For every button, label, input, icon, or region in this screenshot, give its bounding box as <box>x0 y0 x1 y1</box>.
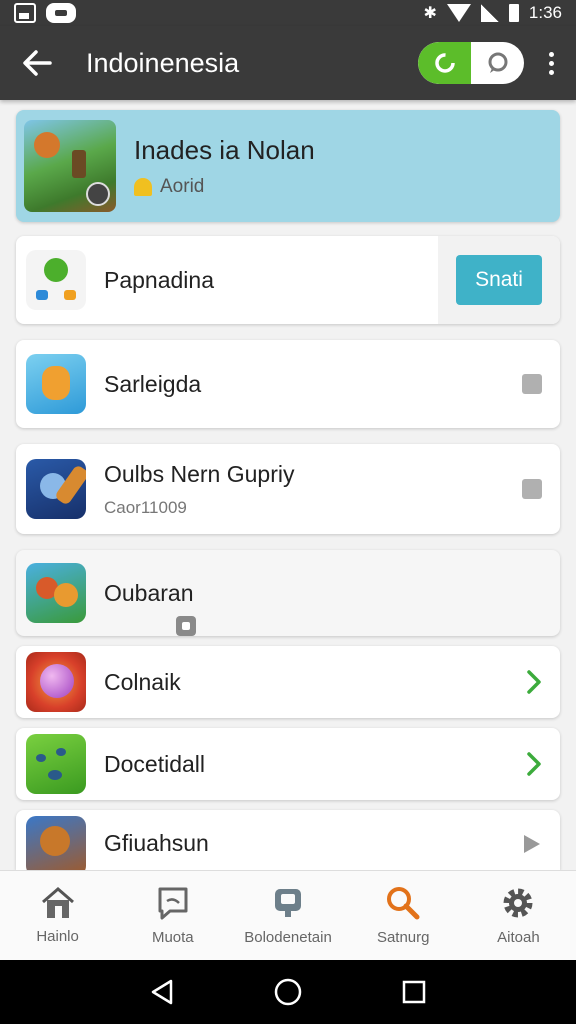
featured-title: Inades ia Nolan <box>134 134 315 165</box>
arrow-left-icon <box>23 50 52 76</box>
toggle-on-segment[interactable] <box>418 42 471 84</box>
item-title: Sarleigda <box>104 370 202 397</box>
wifi-icon <box>446 4 471 22</box>
bell-icon <box>134 177 152 196</box>
list-item[interactable]: Oubaran <box>16 550 560 636</box>
item-title: Oubaran <box>104 579 194 606</box>
dot <box>548 69 554 75</box>
robot-icon <box>275 889 301 917</box>
back-button[interactable] <box>20 46 54 80</box>
square-indicator-icon <box>522 479 542 499</box>
item-title: Colnaik <box>104 668 181 695</box>
game-icon <box>26 250 86 310</box>
message-icon <box>158 887 188 920</box>
system-recents-button[interactable] <box>401 979 427 1005</box>
item-title: Docetidall <box>104 750 205 777</box>
gallery-notification-icon <box>14 3 36 23</box>
item-subtitle: Caor11009 <box>104 497 187 517</box>
action-area: Snati <box>438 236 560 324</box>
nav-bot[interactable]: Bolodenetain <box>230 871 345 960</box>
game-icon <box>26 816 86 876</box>
bluetooth-icon: ✱ <box>423 5 437 22</box>
cell-signal-icon <box>480 4 499 22</box>
item-title: Papnadina <box>104 266 214 293</box>
nav-label: Muota <box>151 929 194 946</box>
more-options-button[interactable] <box>546 51 556 75</box>
search-icon <box>387 887 420 920</box>
nav-search[interactable]: Satnurg <box>346 871 461 960</box>
play-icon <box>524 835 540 853</box>
nav-messages[interactable]: Muota <box>115 871 230 960</box>
nav-label: Bolodenetain <box>244 929 332 946</box>
game-icon <box>26 563 86 623</box>
status-bar: ✱ 1:36 <box>0 0 576 26</box>
battery-icon <box>508 4 519 22</box>
item-title: Gfiuahsun <box>104 830 209 856</box>
chevron-right-icon[interactable] <box>526 751 542 777</box>
nav-label: Satnurg <box>376 929 430 946</box>
page-title: Indoinenesia <box>86 47 240 78</box>
bottom-nav: Hainlo Muota Bolodenetain Satnurg Aitoah <box>0 870 576 960</box>
nav-label: Hainlo <box>36 928 79 945</box>
chat-bubble-icon <box>488 52 507 73</box>
mode-toggle[interactable] <box>418 42 524 84</box>
square-indicator-icon <box>522 374 542 394</box>
system-nav-bar <box>0 960 576 1024</box>
dot <box>548 51 554 57</box>
game-icon <box>26 354 86 414</box>
game-icon <box>26 459 86 519</box>
chevron-right-icon[interactable] <box>526 669 542 695</box>
gear-icon <box>503 888 533 918</box>
featured-subtitle: Aorid <box>160 175 205 197</box>
featured-game-thumbnail <box>24 120 116 212</box>
system-home-button[interactable] <box>273 977 303 1007</box>
app-bar: Indoinenesia <box>0 26 576 100</box>
refresh-icon <box>434 53 455 73</box>
game-icon <box>26 734 86 794</box>
circle-home-icon <box>274 978 302 1006</box>
list-item[interactable]: Colnaik <box>16 646 560 718</box>
system-back-button[interactable] <box>149 978 175 1006</box>
game-icon <box>26 652 86 712</box>
item-title: Oulbs Nern Gupriy <box>104 460 295 487</box>
start-button[interactable]: Snati <box>456 255 542 305</box>
toggle-off-segment[interactable] <box>471 42 524 84</box>
status-time: 1:36 <box>528 3 562 22</box>
triangle-back-icon <box>151 979 173 1005</box>
app-notification-icon <box>46 3 76 23</box>
nav-label: Aitoah <box>497 929 540 946</box>
nav-settings[interactable]: Aitoah <box>461 871 576 960</box>
list-item[interactable]: Sarleigda <box>16 340 560 428</box>
list-item[interactable]: Gfiuahsun <box>16 810 560 876</box>
square-recents-icon <box>402 980 426 1004</box>
list-item[interactable]: Oulbs Nern Gupriy Caor11009 <box>16 444 560 534</box>
list-item[interactable]: Papnadina Snati <box>16 236 560 324</box>
dot <box>548 60 554 66</box>
featured-subtitle-row: Aorid <box>134 176 315 198</box>
stop-icon <box>175 616 196 636</box>
featured-card[interactable]: Inades ia Nolan Aorid <box>16 110 560 222</box>
list-item[interactable]: Docetidall <box>16 728 560 800</box>
nav-home[interactable]: Hainlo <box>0 871 115 960</box>
home-icon <box>41 887 74 918</box>
